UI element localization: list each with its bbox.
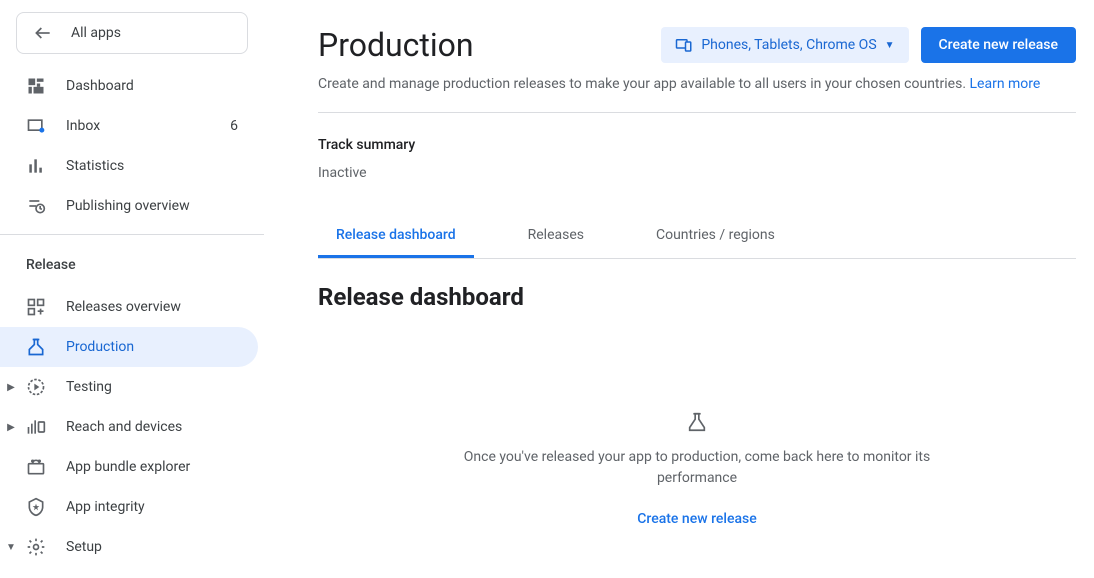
empty-state-create-link[interactable]: Create new release: [637, 511, 756, 527]
all-apps-label: All apps: [71, 25, 121, 41]
devices-icon: [675, 36, 693, 54]
create-release-button[interactable]: Create new release: [921, 27, 1076, 63]
main-content: Production Phones, Tablets, Chrome OS ▼ …: [264, 0, 1094, 578]
tabs: Release dashboard Releases Countries / r…: [318, 215, 1076, 259]
page-title: Production: [318, 26, 649, 64]
empty-state: Once you've released your app to product…: [318, 411, 1076, 527]
production-icon: [26, 337, 50, 357]
sidebar: All apps Dashboard Inbox 6 Statistics: [0, 0, 264, 578]
setup-icon: [26, 537, 50, 557]
subtitle-text: Create and manage production releases to…: [318, 76, 966, 92]
sidebar-divider: [0, 234, 264, 235]
reach-devices-icon: [26, 417, 50, 437]
statistics-icon: [26, 156, 50, 176]
flask-icon: [318, 411, 1076, 433]
testing-icon: [26, 377, 50, 397]
sidebar-item-label: Reach and devices: [66, 419, 248, 435]
integrity-icon: [26, 497, 50, 517]
sidebar-item-label: Releases overview: [66, 299, 248, 315]
sidebar-item-label: Setup: [66, 539, 248, 555]
sidebar-item-label: App integrity: [66, 499, 248, 515]
tab-release-dashboard[interactable]: Release dashboard: [318, 215, 474, 258]
all-apps-button[interactable]: All apps: [16, 12, 248, 54]
sidebar-item-label: Dashboard: [66, 78, 248, 94]
sidebar-item-label: Inbox: [66, 118, 214, 134]
sidebar-item-testing[interactable]: ▶ Testing: [0, 367, 264, 407]
dashboard-icon: [26, 76, 50, 96]
expand-icon[interactable]: ▼: [2, 542, 20, 553]
sidebar-item-label: Publishing overview: [66, 198, 248, 214]
device-filter-chip[interactable]: Phones, Tablets, Chrome OS ▼: [661, 27, 908, 63]
sidebar-item-label: Testing: [66, 379, 248, 395]
arrow-left-icon: [33, 23, 53, 43]
tab-releases[interactable]: Releases: [510, 215, 602, 258]
sidebar-item-label: Production: [66, 339, 242, 355]
tab-countries-regions[interactable]: Countries / regions: [638, 215, 793, 258]
sidebar-item-label: Statistics: [66, 158, 248, 174]
divider: [318, 112, 1076, 113]
expand-icon[interactable]: ▶: [2, 422, 20, 433]
empty-state-message: Once you've released your app to product…: [457, 447, 937, 489]
bundle-explorer-icon: [26, 457, 50, 477]
sidebar-item-inbox[interactable]: Inbox 6: [0, 106, 264, 146]
page-header: Production Phones, Tablets, Chrome OS ▼ …: [318, 26, 1076, 64]
track-summary-title: Track summary: [318, 137, 1076, 153]
sidebar-item-releases-overview[interactable]: Releases overview: [0, 287, 264, 327]
sidebar-item-setup[interactable]: ▼ Setup: [0, 527, 264, 567]
sidebar-item-app-bundle-explorer[interactable]: App bundle explorer: [0, 447, 264, 487]
learn-more-link[interactable]: Learn more: [970, 76, 1041, 92]
track-summary-status: Inactive: [318, 165, 1076, 181]
inbox-badge: 6: [230, 118, 248, 134]
sidebar-section-release: Release: [0, 243, 264, 287]
sidebar-item-statistics[interactable]: Statistics: [0, 146, 264, 186]
device-filter-label: Phones, Tablets, Chrome OS: [701, 37, 876, 53]
page-subtitle: Create and manage production releases to…: [318, 76, 1076, 92]
inbox-icon: [26, 116, 50, 136]
publishing-icon: [26, 196, 50, 216]
expand-icon[interactable]: ▶: [2, 382, 20, 393]
sidebar-item-production[interactable]: Production: [0, 327, 258, 367]
sidebar-item-reach-devices[interactable]: ▶ Reach and devices: [0, 407, 264, 447]
releases-overview-icon: [26, 297, 50, 317]
chevron-down-icon: ▼: [885, 40, 895, 51]
sidebar-item-publishing-overview[interactable]: Publishing overview: [0, 186, 264, 226]
content-title: Release dashboard: [318, 283, 1076, 311]
sidebar-item-app-integrity[interactable]: App integrity: [0, 487, 264, 527]
sidebar-item-dashboard[interactable]: Dashboard: [0, 66, 264, 106]
sidebar-item-label: App bundle explorer: [66, 459, 248, 475]
